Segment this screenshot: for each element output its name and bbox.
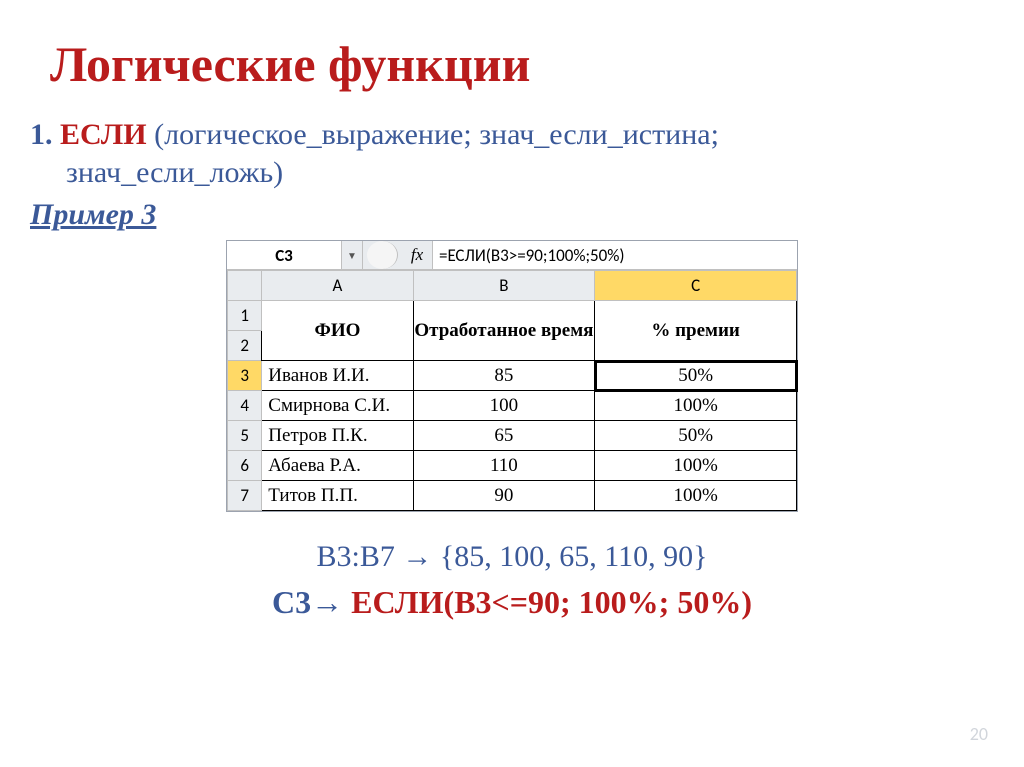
cell-c3[interactable]: 50% — [595, 361, 797, 391]
cell-b4[interactable]: 100 — [413, 391, 595, 421]
cell-c4[interactable]: 100% — [595, 391, 797, 421]
row-header-3[interactable]: 3 — [228, 361, 262, 391]
col-header-b[interactable]: B — [413, 271, 595, 301]
row-header-5[interactable]: 5 — [228, 421, 262, 451]
cell-c6[interactable]: 100% — [595, 451, 797, 481]
row-header-2[interactable]: 2 — [228, 331, 262, 361]
function-name: ЕСЛИ — [60, 118, 147, 151]
cell-b3[interactable]: 85 — [413, 361, 595, 391]
header-cell-fio[interactable]: ФИО — [262, 301, 413, 361]
example-label: Пример 3 — [30, 198, 994, 232]
formula-input[interactable]: =ЕСЛИ(B3>=90;100%;50%) — [433, 241, 797, 269]
row-header-6[interactable]: 6 — [228, 451, 262, 481]
select-all-corner[interactable] — [228, 271, 262, 301]
header-cell-bonus[interactable]: % премии — [595, 301, 797, 361]
col-header-c[interactable]: C — [595, 271, 797, 301]
header-cell-time[interactable]: Отработанное время — [413, 301, 595, 361]
excel-screenshot: C3 ▼ fx =ЕСЛИ(B3>=90;100%;50%) A B C 1 Ф… — [226, 240, 798, 512]
row-header-7[interactable]: 7 — [228, 481, 262, 511]
cell-ref: C3 — [272, 584, 311, 620]
col-header-a[interactable]: A — [262, 271, 413, 301]
page-title: Логические функции — [50, 35, 994, 93]
range-values-text: B3:B7 → {85, 100, 65, 110, 90} — [30, 540, 994, 574]
row-header-1[interactable]: 1 — [228, 301, 262, 331]
page-number: 20 — [970, 723, 988, 745]
row-header-4[interactable]: 4 — [228, 391, 262, 421]
arrow-icon: → — [311, 584, 351, 620]
name-box-dropdown-icon[interactable]: ▼ — [342, 241, 363, 269]
name-box[interactable]: C3 — [227, 241, 342, 269]
function-signature-1: (логическое_выражение; знач_если_истина; — [147, 118, 719, 151]
cell-a4[interactable]: Смирнова С.И. — [262, 391, 413, 421]
spreadsheet-grid: A B C 1 ФИО Отработанное время % премии … — [227, 270, 797, 511]
cell-c7[interactable]: 100% — [595, 481, 797, 511]
cell-b5[interactable]: 65 — [413, 421, 595, 451]
cell-b7[interactable]: 90 — [413, 481, 595, 511]
formula-text: ЕСЛИ(B3<=90; 100%; 50%) — [351, 584, 752, 620]
cancel-formula-icon[interactable] — [367, 241, 398, 269]
formula-bar: C3 ▼ fx =ЕСЛИ(B3>=90;100%;50%) — [227, 241, 797, 270]
function-definition-line1: 1. ЕСЛИ (логическое_выражение; знач_если… — [30, 118, 994, 152]
fx-icon[interactable]: fx — [402, 241, 433, 269]
list-number: 1. — [30, 118, 53, 151]
cell-a6[interactable]: Абаева Р.А. — [262, 451, 413, 481]
cell-b6[interactable]: 110 — [413, 451, 595, 481]
formula-summary: C3→ ЕСЛИ(B3<=90; 100%; 50%) — [30, 584, 994, 621]
cell-a5[interactable]: Петров П.К. — [262, 421, 413, 451]
cell-a3[interactable]: Иванов И.И. — [262, 361, 413, 391]
function-definition-line2: знач_если_ложь) — [30, 156, 994, 190]
cell-a7[interactable]: Титов П.П. — [262, 481, 413, 511]
cell-c5[interactable]: 50% — [595, 421, 797, 451]
